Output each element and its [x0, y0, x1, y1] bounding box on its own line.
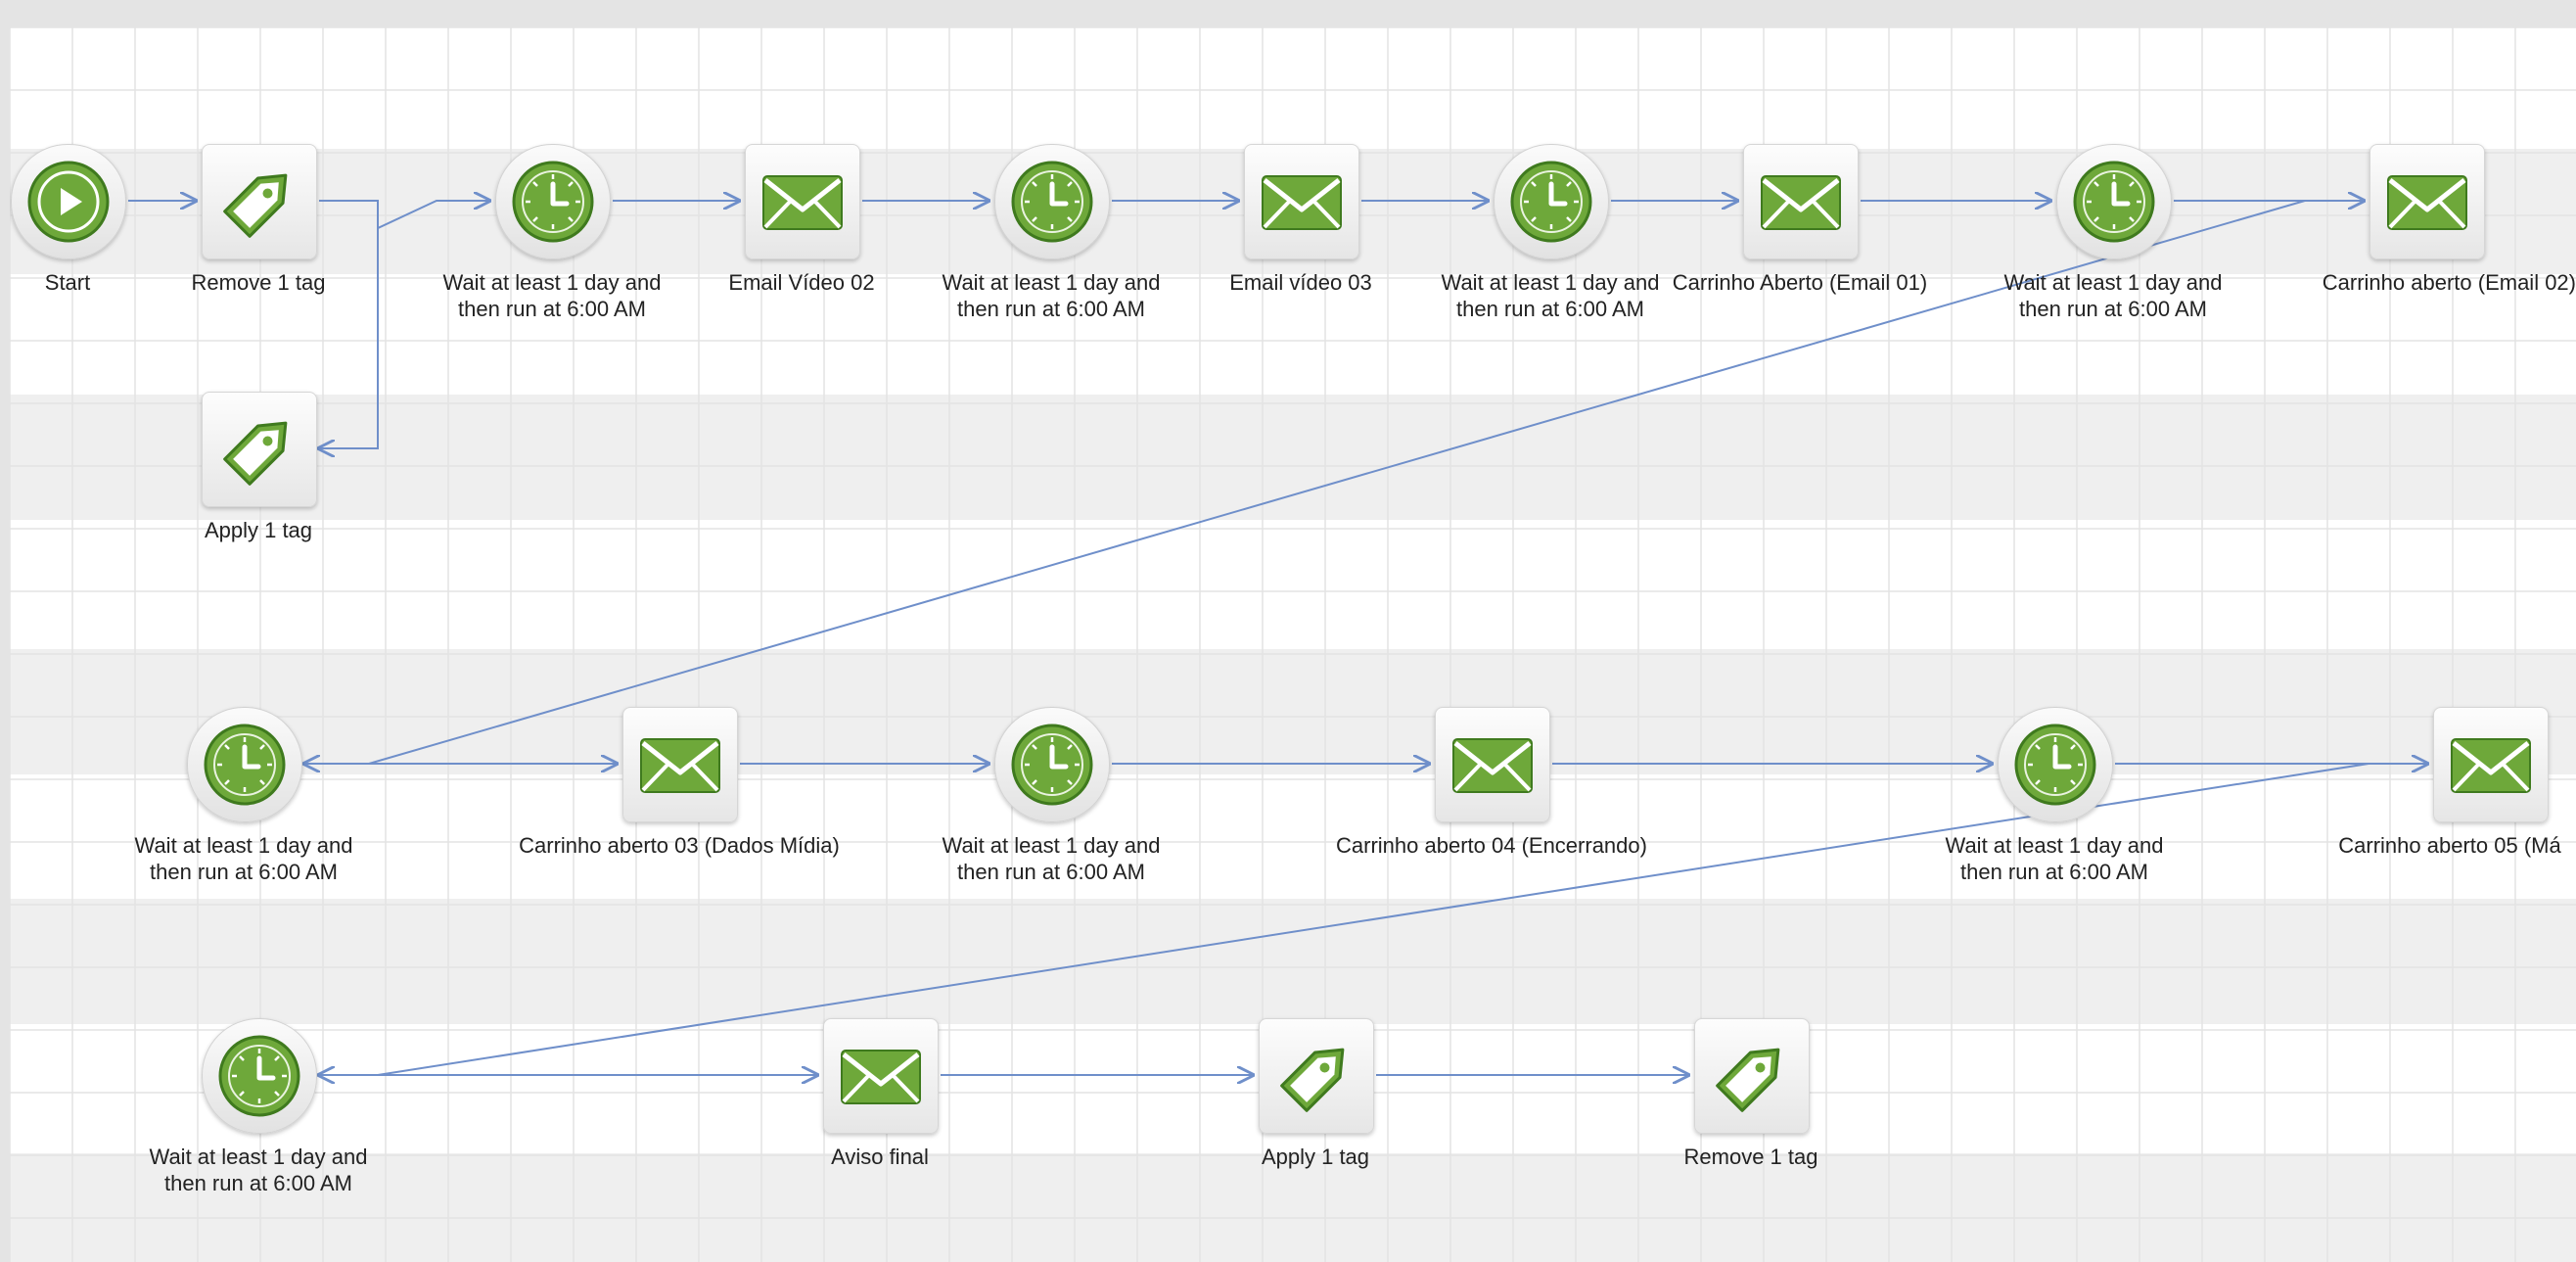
node-label-carrinho-04: Carrinho aberto 04 (Encerrando)	[1336, 833, 1647, 858]
window-frame: Start Remove 1 tag Apply 1 tag Wait at leas…	[0, 0, 2576, 1262]
lane-band	[10, 395, 2576, 520]
node-start[interactable]	[11, 144, 126, 259]
node-label-remove-tag-1: Remove 1 tag	[191, 270, 326, 295]
node-email-video-02[interactable]	[745, 144, 860, 259]
node-label-apply-tag-1: Apply 1 tag	[204, 518, 313, 542]
node-apply-tag-2[interactable]	[1259, 1018, 1374, 1134]
node-wait-3[interactable]	[1494, 144, 1609, 259]
node-wait-6[interactable]	[994, 707, 1110, 822]
node-label-carrinho-02: Carrinho aberto (Email 02)	[2322, 270, 2576, 295]
node-aviso-final[interactable]	[823, 1018, 939, 1134]
lane-band	[10, 899, 2576, 1024]
node-wait-8[interactable]	[202, 1018, 317, 1134]
node-wait-4[interactable]	[2056, 144, 2172, 259]
node-wait-5[interactable]	[187, 707, 302, 822]
node-wait-1[interactable]	[495, 144, 611, 259]
node-remove-tag-1[interactable]	[202, 144, 317, 259]
node-label-carrinho-03: Carrinho aberto 03 (Dados Mídia)	[519, 833, 840, 858]
node-carrinho-02[interactable]	[2369, 144, 2485, 259]
node-carrinho-05[interactable]	[2433, 707, 2549, 822]
node-label-apply-tag-2: Apply 1 tag	[1261, 1145, 1370, 1169]
workflow-canvas: Start Remove 1 tag Apply 1 tag Wait at leas…	[10, 27, 2576, 1262]
node-email-video-03[interactable]	[1244, 144, 1359, 259]
node-label-aviso-final: Aviso final	[831, 1145, 929, 1169]
node-label-carrinho-05: Carrinho aberto 05 (Má	[2338, 833, 2561, 858]
node-label-carrinho-01: Carrinho Aberto (Email 01)	[1672, 270, 1928, 295]
node-carrinho-04[interactable]	[1435, 707, 1550, 822]
node-remove-tag-2[interactable]	[1694, 1018, 1810, 1134]
node-carrinho-01[interactable]	[1743, 144, 1859, 259]
node-label-wait-8: Wait at least 1 day and then run at 6:00…	[149, 1145, 368, 1195]
node-label-wait-7: Wait at least 1 day and then run at 6:00…	[1945, 833, 2164, 884]
node-apply-tag-1[interactable]	[202, 392, 317, 507]
node-wait-7[interactable]	[1998, 707, 2113, 822]
node-carrinho-03[interactable]	[622, 707, 738, 822]
node-label-wait-6: Wait at least 1 day and then run at 6:00…	[942, 833, 1161, 884]
node-wait-2[interactable]	[994, 144, 1110, 259]
node-label-wait-4: Wait at least 1 day and then run at 6:00…	[2003, 270, 2223, 321]
node-label-wait-5: Wait at least 1 day and then run at 6:00…	[134, 833, 353, 884]
node-label-remove-tag-2: Remove 1 tag	[1683, 1145, 1818, 1169]
